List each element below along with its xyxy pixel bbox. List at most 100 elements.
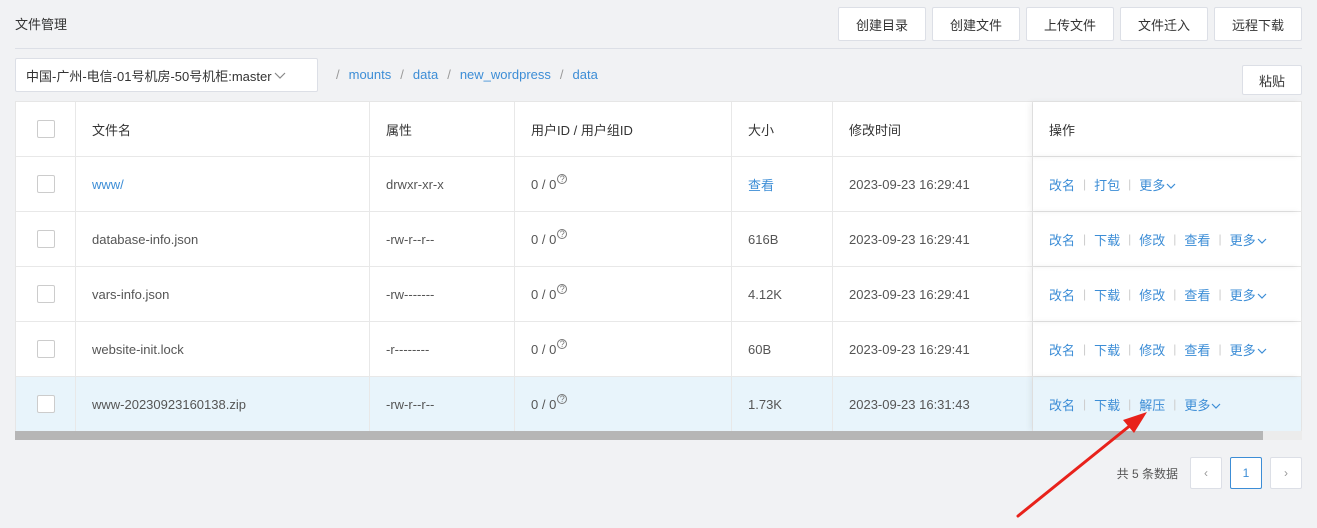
- page-title: 文件管理: [15, 17, 68, 32]
- server-select-value: 中国-广州-电信-01号机房-50号机柜:master: [26, 68, 272, 84]
- header-uid: 用户ID / 用户组ID: [515, 102, 732, 156]
- file-uid: 0 / 0: [531, 231, 557, 247]
- row-actions: 改名 | 下载 | 修改 | 查看 | 更多: [1049, 230, 1267, 249]
- rename-action[interactable]: 改名: [1049, 230, 1075, 249]
- more-action[interactable]: 更多: [1230, 285, 1267, 304]
- file-attr: -rw-r--r--: [370, 377, 515, 431]
- help-icon[interactable]: ?: [557, 174, 568, 184]
- edit-action[interactable]: 修改: [1139, 230, 1165, 249]
- file-table: 文件名 属性 用户ID / 用户组ID 大小 修改时间 操作 www/ drwx…: [15, 101, 1302, 433]
- create-file-button[interactable]: 创建文件: [932, 7, 1020, 41]
- row-checkbox[interactable]: [37, 395, 55, 413]
- rename-action[interactable]: 改名: [1049, 395, 1075, 414]
- file-manager-page: 文件管理 创建目录 创建文件 上传文件 文件迁入 远程下载 中国-广州-电信-0…: [0, 0, 1317, 528]
- file-mtime: 2023-09-23 16:31:43: [833, 377, 1033, 431]
- edit-action[interactable]: 修改: [1139, 340, 1165, 359]
- row-actions: 改名 | 下载 | 修改 | 查看 | 更多: [1049, 340, 1267, 359]
- view-action[interactable]: 查看: [1184, 230, 1210, 249]
- pagination-total: 共 5 条数据: [1116, 466, 1178, 481]
- toolbar: 创建目录 创建文件 上传文件 文件迁入 远程下载: [838, 7, 1302, 41]
- view-size-link[interactable]: 查看: [748, 175, 774, 194]
- row-actions: 改名 | 下载 | 解压 | 更多: [1049, 395, 1221, 414]
- view-action[interactable]: 查看: [1184, 285, 1210, 304]
- table-row: www/ drwxr-xr-x 0 / 0? 查看 2023-09-23 16:…: [16, 157, 1301, 212]
- migrate-file-button[interactable]: 文件迁入: [1120, 7, 1208, 41]
- breadcrumb-separator: /: [447, 67, 451, 82]
- file-attr: drwxr-xr-x: [370, 157, 515, 211]
- breadcrumb-item-mounts[interactable]: mounts: [349, 67, 392, 82]
- more-action[interactable]: 更多: [1184, 395, 1221, 414]
- file-uid: 0 / 0: [531, 396, 557, 412]
- prev-page-button[interactable]: ‹: [1190, 457, 1222, 489]
- file-uid: 0 / 0: [531, 286, 557, 302]
- more-action[interactable]: 更多: [1139, 175, 1176, 194]
- help-icon[interactable]: ?: [557, 339, 568, 349]
- chevron-down-icon: [1257, 348, 1267, 354]
- extract-action[interactable]: 解压: [1139, 395, 1165, 414]
- file-size: 60B: [732, 322, 833, 376]
- view-action[interactable]: 查看: [1184, 340, 1210, 359]
- download-action[interactable]: 下载: [1094, 285, 1120, 304]
- file-name-link[interactable]: www/: [92, 177, 124, 192]
- header-ops: 操作: [1033, 102, 1301, 156]
- file-size: 4.12K: [732, 267, 833, 321]
- chevron-down-icon: [1257, 293, 1267, 299]
- download-action[interactable]: 下载: [1094, 395, 1120, 414]
- select-all-checkbox[interactable]: [37, 120, 55, 138]
- help-icon[interactable]: ?: [557, 284, 568, 294]
- file-size: 616B: [732, 212, 833, 266]
- help-icon[interactable]: ?: [557, 229, 568, 239]
- download-action[interactable]: 下载: [1094, 230, 1120, 249]
- file-mtime: 2023-09-23 16:29:41: [833, 267, 1033, 321]
- upload-file-button[interactable]: 上传文件: [1026, 7, 1114, 41]
- row-checkbox[interactable]: [37, 340, 55, 358]
- file-name: database-info.json: [76, 212, 370, 266]
- table-row: vars-info.json -rw------- 0 / 0? 4.12K 2…: [16, 267, 1301, 322]
- download-action[interactable]: 下载: [1094, 340, 1120, 359]
- paste-button[interactable]: 粘贴: [1242, 65, 1302, 95]
- file-mtime: 2023-09-23 16:29:41: [833, 212, 1033, 266]
- file-uid: 0 / 0: [531, 341, 557, 357]
- edit-action[interactable]: 修改: [1139, 285, 1165, 304]
- rename-action[interactable]: 改名: [1049, 340, 1075, 359]
- remote-download-button[interactable]: 远程下载: [1214, 7, 1302, 41]
- file-name: www-20230923160138.zip: [76, 377, 370, 431]
- page-button-current[interactable]: 1: [1230, 457, 1262, 489]
- server-select[interactable]: 中国-广州-电信-01号机房-50号机柜:master: [15, 58, 318, 92]
- create-directory-button[interactable]: 创建目录: [838, 7, 926, 41]
- scrollbar-thumb[interactable]: [15, 431, 1263, 440]
- row-checkbox[interactable]: [37, 285, 55, 303]
- table-row-highlighted: www-20230923160138.zip -rw-r--r-- 0 / 0?…: [16, 377, 1301, 432]
- breadcrumb-item-data-current[interactable]: data: [573, 67, 598, 82]
- file-attr: -rw-------: [370, 267, 515, 321]
- row-actions: 改名 | 打包 | 更多: [1049, 175, 1176, 194]
- header-attr: 属性: [370, 102, 515, 156]
- more-action[interactable]: 更多: [1230, 230, 1267, 249]
- pack-action[interactable]: 打包: [1094, 175, 1120, 194]
- chevron-down-icon: [1166, 183, 1176, 189]
- file-size: 1.73K: [732, 377, 833, 431]
- table-row: database-info.json -rw-r--r-- 0 / 0? 616…: [16, 212, 1301, 267]
- file-uid: 0 / 0: [531, 176, 557, 192]
- file-name: website-init.lock: [76, 322, 370, 376]
- horizontal-scrollbar[interactable]: [15, 431, 1302, 440]
- chevron-down-icon: [1212, 403, 1221, 409]
- row-checkbox[interactable]: [37, 175, 55, 193]
- more-action[interactable]: 更多: [1230, 340, 1267, 359]
- file-attr: -r--------: [370, 322, 515, 376]
- pagination: 共 5 条数据 ‹ 1 ›: [1117, 457, 1302, 489]
- file-mtime: 2023-09-23 16:29:41: [833, 157, 1033, 211]
- rename-action[interactable]: 改名: [1049, 175, 1075, 194]
- chevron-down-icon: [274, 68, 286, 83]
- rename-action[interactable]: 改名: [1049, 285, 1075, 304]
- breadcrumb-item-new-wordpress[interactable]: new_wordpress: [460, 67, 551, 82]
- header-mtime: 修改时间: [833, 102, 1033, 156]
- breadcrumb-separator: /: [400, 67, 404, 82]
- breadcrumb-separator: /: [336, 67, 340, 82]
- row-checkbox[interactable]: [37, 230, 55, 248]
- help-icon[interactable]: ?: [557, 394, 568, 404]
- next-page-button[interactable]: ›: [1270, 457, 1302, 489]
- file-name: vars-info.json: [76, 267, 370, 321]
- breadcrumb-item-data[interactable]: data: [413, 67, 438, 82]
- chevron-down-icon: [1257, 238, 1267, 244]
